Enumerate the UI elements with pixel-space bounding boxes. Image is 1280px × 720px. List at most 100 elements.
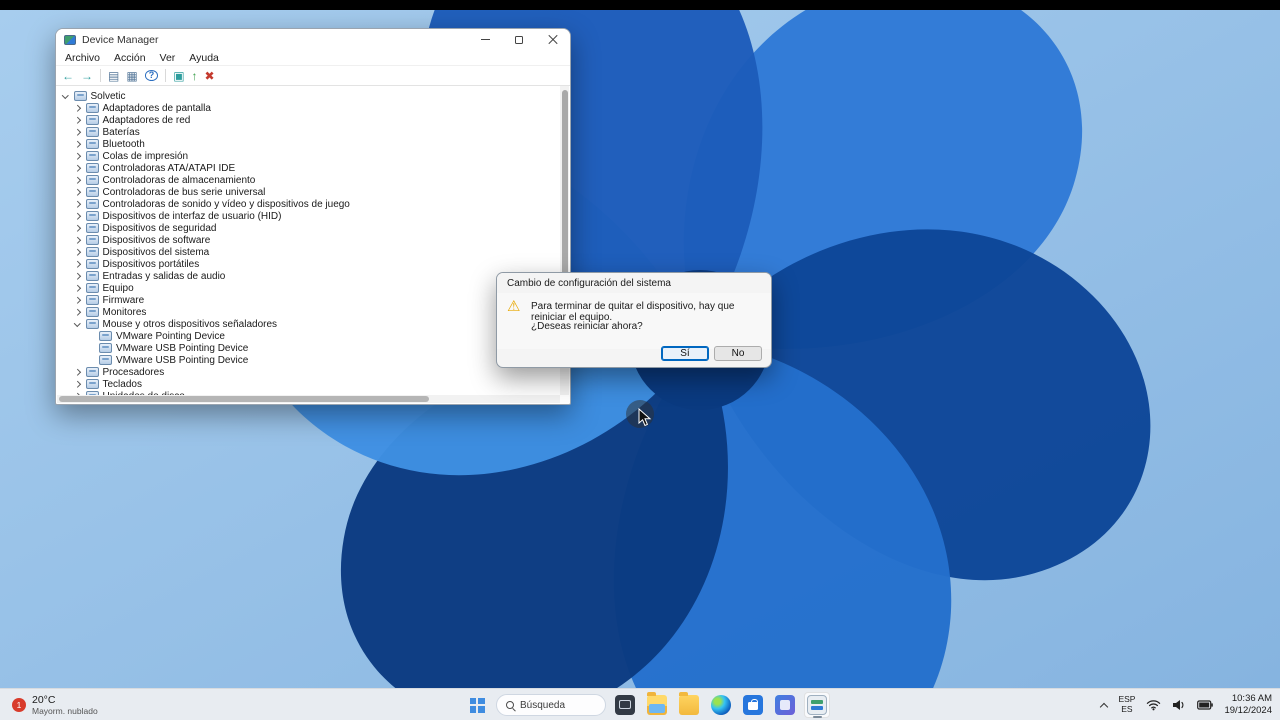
chevron-right-icon[interactable] bbox=[74, 104, 81, 112]
help-icon[interactable]: ? bbox=[144, 70, 159, 81]
tree-item[interactable]: Dispositivos de interfaz de usuario (HID… bbox=[57, 210, 560, 222]
tray-overflow-chevron-icon[interactable] bbox=[1100, 702, 1109, 711]
language-indicator[interactable]: ESP ES bbox=[1118, 694, 1135, 715]
tree-item-label: Teclados bbox=[102, 378, 142, 390]
tree-item[interactable]: Entradas y salidas de audio bbox=[57, 270, 560, 282]
portable-device-icon bbox=[85, 259, 99, 269]
clock[interactable]: 10:36 AM 19/12/2024 bbox=[1224, 693, 1272, 717]
tree-item[interactable]: VMware USB Pointing Device bbox=[57, 354, 560, 366]
tree-item-label: Controladoras de almacenamiento bbox=[102, 174, 256, 186]
tree-item[interactable]: Teclados bbox=[57, 378, 560, 390]
folder-icon[interactable] bbox=[676, 692, 702, 718]
update-driver-icon[interactable]: ↑ bbox=[192, 70, 198, 82]
print-queue-icon bbox=[85, 151, 99, 161]
battery-icon[interactable] bbox=[1197, 700, 1214, 710]
tree-item-label: Colas de impresión bbox=[102, 150, 189, 162]
tree-item[interactable]: Solvetic bbox=[57, 90, 560, 102]
tree-item-label: Firmware bbox=[102, 294, 145, 306]
date-label: 19/12/2024 bbox=[1224, 705, 1272, 716]
device-manager-icon[interactable] bbox=[804, 692, 830, 718]
console-tree-icon[interactable]: ▤ bbox=[108, 70, 119, 82]
tree-item[interactable]: Adaptadores de pantalla bbox=[57, 102, 560, 114]
tree-item[interactable]: Adaptadores de red bbox=[57, 114, 560, 126]
tree-item[interactable]: Monitores bbox=[57, 306, 560, 318]
tree-item[interactable]: Baterías bbox=[57, 126, 560, 138]
tree-item[interactable]: Bluetooth bbox=[57, 138, 560, 150]
menu-item[interactable]: Ayuda bbox=[189, 52, 219, 64]
tree-item[interactable]: Controladoras de sonido y vídeo y dispos… bbox=[57, 198, 560, 210]
dialog-message: Para terminar de quitar el dispositivo, … bbox=[531, 301, 735, 323]
network-adapter-icon bbox=[85, 115, 99, 125]
menu-item[interactable]: Archivo bbox=[65, 52, 100, 64]
horizontal-scrollbar[interactable] bbox=[57, 395, 560, 403]
store-icon[interactable] bbox=[740, 692, 766, 718]
chevron-right-icon[interactable] bbox=[74, 116, 81, 124]
tree-item[interactable]: Mouse y otros dispositivos señaladores bbox=[57, 318, 560, 330]
chevron-down-icon[interactable] bbox=[74, 319, 81, 327]
yes-button[interactable]: Sí bbox=[661, 346, 709, 361]
scan-hardware-icon[interactable]: ▣ bbox=[173, 70, 184, 82]
computer-icon bbox=[73, 91, 87, 101]
edge-icon[interactable] bbox=[708, 692, 734, 718]
tree-item[interactable]: Dispositivos del sistema bbox=[57, 246, 560, 258]
chevron-right-icon[interactable] bbox=[74, 224, 81, 232]
chevron-right-icon[interactable] bbox=[74, 296, 81, 304]
tree-item[interactable]: Dispositivos portátiles bbox=[57, 258, 560, 270]
weather-condition: Mayorm. nublado bbox=[32, 706, 98, 717]
chevron-right-icon[interactable] bbox=[74, 200, 81, 208]
weather-widget[interactable]: 1 20°C Mayorm. nublado bbox=[6, 691, 104, 719]
tree-item[interactable]: Firmware bbox=[57, 294, 560, 306]
tree-item[interactable]: Dispositivos de seguridad bbox=[57, 222, 560, 234]
minimize-button[interactable] bbox=[468, 29, 502, 50]
chevron-right-icon[interactable] bbox=[74, 236, 81, 244]
tree-item[interactable]: Controladoras ATA/ATAPI IDE bbox=[57, 162, 560, 174]
tree-item[interactable]: Controladoras de bus serie universal bbox=[57, 186, 560, 198]
taskbar-app-icon[interactable] bbox=[772, 692, 798, 718]
menu-item[interactable]: Ver bbox=[160, 52, 176, 64]
forward-icon[interactable]: → bbox=[81, 70, 93, 82]
system-device-icon bbox=[85, 247, 99, 257]
chevron-right-icon[interactable] bbox=[74, 140, 81, 148]
chevron-right-icon[interactable] bbox=[74, 164, 81, 172]
chevron-right-icon[interactable] bbox=[74, 176, 81, 184]
start-button[interactable] bbox=[464, 692, 490, 718]
file-explorer-icon[interactable] bbox=[644, 692, 670, 718]
dialog-title[interactable]: Cambio de configuración del sistema bbox=[497, 273, 771, 293]
menu-item[interactable]: Acción bbox=[114, 52, 146, 64]
toolbar-separator bbox=[100, 69, 101, 82]
tree-item[interactable]: Dispositivos de software bbox=[57, 234, 560, 246]
warning-icon: ⚠ bbox=[507, 298, 521, 315]
tree-item[interactable]: VMware USB Pointing Device bbox=[57, 342, 560, 354]
chevron-right-icon[interactable] bbox=[74, 284, 81, 292]
back-icon[interactable]: ← bbox=[62, 70, 74, 82]
mouse-cursor bbox=[638, 408, 652, 427]
tree-item[interactable]: Procesadores bbox=[57, 366, 560, 378]
wifi-icon[interactable] bbox=[1146, 699, 1161, 711]
chevron-right-icon[interactable] bbox=[74, 308, 81, 316]
chevron-right-icon[interactable] bbox=[74, 212, 81, 220]
tree-item[interactable]: Colas de impresión bbox=[57, 150, 560, 162]
scrollbar-thumb[interactable] bbox=[59, 396, 429, 402]
no-button[interactable]: No bbox=[714, 346, 762, 361]
uninstall-device-icon[interactable]: ✖ bbox=[205, 70, 215, 82]
search-box[interactable]: Búsqueda bbox=[496, 694, 606, 716]
chevron-right-icon[interactable] bbox=[74, 368, 81, 376]
properties-icon[interactable]: ▦ bbox=[126, 70, 137, 82]
tree-item[interactable]: Equipo bbox=[57, 282, 560, 294]
chevron-right-icon[interactable] bbox=[74, 188, 81, 196]
maximize-button[interactable] bbox=[502, 29, 536, 50]
close-button[interactable] bbox=[536, 29, 570, 50]
chevron-right-icon[interactable] bbox=[74, 152, 81, 160]
file-explorer-icon bbox=[647, 692, 667, 715]
chevron-right-icon[interactable] bbox=[74, 380, 81, 388]
speaker-icon[interactable] bbox=[1172, 699, 1186, 711]
tree-item[interactable]: VMware Pointing Device bbox=[57, 330, 560, 342]
titlebar[interactable]: Device Manager bbox=[56, 29, 570, 50]
chevron-right-icon[interactable] bbox=[74, 272, 81, 280]
chevron-right-icon[interactable] bbox=[74, 248, 81, 256]
chevron-right-icon[interactable] bbox=[74, 260, 81, 268]
tree-item[interactable]: Controladoras de almacenamiento bbox=[57, 174, 560, 186]
chevron-down-icon[interactable] bbox=[62, 91, 69, 99]
chevron-right-icon[interactable] bbox=[74, 128, 81, 136]
snipping-tool-icon[interactable] bbox=[612, 692, 638, 718]
